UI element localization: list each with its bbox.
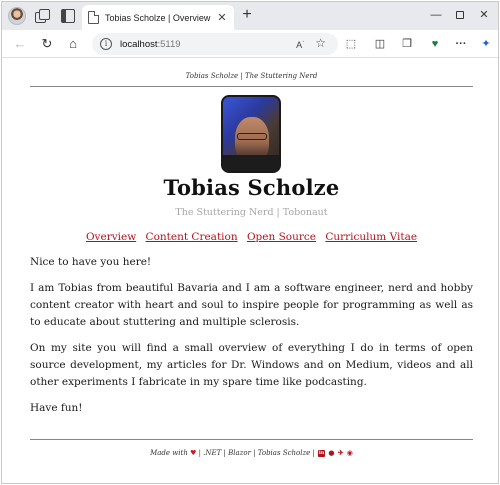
header-divider [30,86,473,87]
favorite-star-icon[interactable]: ☆ [315,36,326,50]
tab-close-icon[interactable]: ✕ [216,11,228,24]
address-bar-row: ← ↻ ⌂ i localhost:5119 Aᐧ ☆ ⬚ ◫ ❐ ♥ ··· … [2,30,498,58]
twitter-icon[interactable]: ✈ [338,448,344,457]
paragraph-overview: On my site you will find a small overvie… [30,342,473,388]
linkedin-icon[interactable]: in [318,449,326,457]
nav-link-curriculum-vitae[interactable]: Curriculum Vitae [325,231,417,243]
new-tab-button[interactable]: + [239,7,255,23]
paragraph-greeting: Nice to have you here! [30,256,152,268]
close-window-button[interactable]: ✕ [472,6,496,24]
browser-window: Tobias Scholze | Overview ✕ + — ✕ ← ↻ ⌂ … [1,1,499,484]
tab-overview[interactable]: Tobias Scholze | Overview ✕ [82,5,234,30]
title-bar: Tobias Scholze | Overview ✕ + — ✕ [2,2,498,30]
profile-photo [221,95,281,173]
vertical-tabs-icon[interactable] [61,9,75,23]
url-port: :5119 [157,38,181,50]
intro-text: Nice to have you here! I am Tobias from … [30,254,473,426]
footer-made-with: Made with [150,449,188,457]
more-menu-icon[interactable]: ··· [453,36,469,52]
footer: Made with ♥ | .NET | Blazor | Tobias Sch… [30,448,473,457]
nav-link-overview[interactable]: Overview [86,231,136,243]
page-title: Tobias Scholze [163,175,340,200]
site-info-icon[interactable]: i [100,38,112,50]
back-button[interactable]: ← [12,36,28,52]
home-button[interactable]: ⌂ [65,36,81,52]
footer-tech: | .NET | Blazor | Tobias Scholze | [198,449,315,457]
main-nav: Overview Content Creation Open Source Cu… [30,231,473,243]
copilot-icon[interactable]: ✦ [478,36,494,52]
workspaces-icon[interactable] [35,9,50,23]
paragraph-about: I am Tobias from beautiful Bavaria and I… [30,282,473,328]
minimize-button[interactable]: — [424,6,448,24]
footer-divider [30,439,473,440]
read-aloud-icon[interactable]: Aᐧ [296,37,304,50]
profile-avatar-icon[interactable] [8,7,26,25]
nav-link-open-source[interactable]: Open Source [247,231,316,243]
maximize-icon [456,11,464,20]
tab-title: Tobias Scholze | Overview [105,12,211,23]
github-icon[interactable]: ● [328,448,334,457]
mastodon-icon[interactable]: ◉ [347,448,353,457]
url-field[interactable]: i localhost:5119 Aᐧ ☆ [92,33,338,55]
page-favicon-icon [88,11,99,24]
browser-essentials-icon[interactable]: ♥ [427,36,443,52]
extensions-icon[interactable]: ⬚ [343,36,359,52]
split-screen-icon[interactable]: ◫ [372,36,388,52]
url-host: localhost [120,38,158,50]
paragraph-closing: Have fun! [30,402,83,414]
page-content: Tobias Scholze | The Stuttering Nerd Tob… [2,59,498,483]
reload-button[interactable]: ↻ [39,36,55,52]
collections-icon[interactable]: ❐ [399,36,415,52]
nav-link-content-creation[interactable]: Content Creation [146,231,238,243]
heart-icon: ♥ [190,449,197,457]
header-line: Tobias Scholze | The Stuttering Nerd [185,72,318,80]
photo-glasses [237,133,267,140]
photo-shirt [223,155,279,171]
maximize-button[interactable] [448,6,472,24]
page-subtitle: The Stuttering Nerd | Tobonaut [175,207,328,218]
